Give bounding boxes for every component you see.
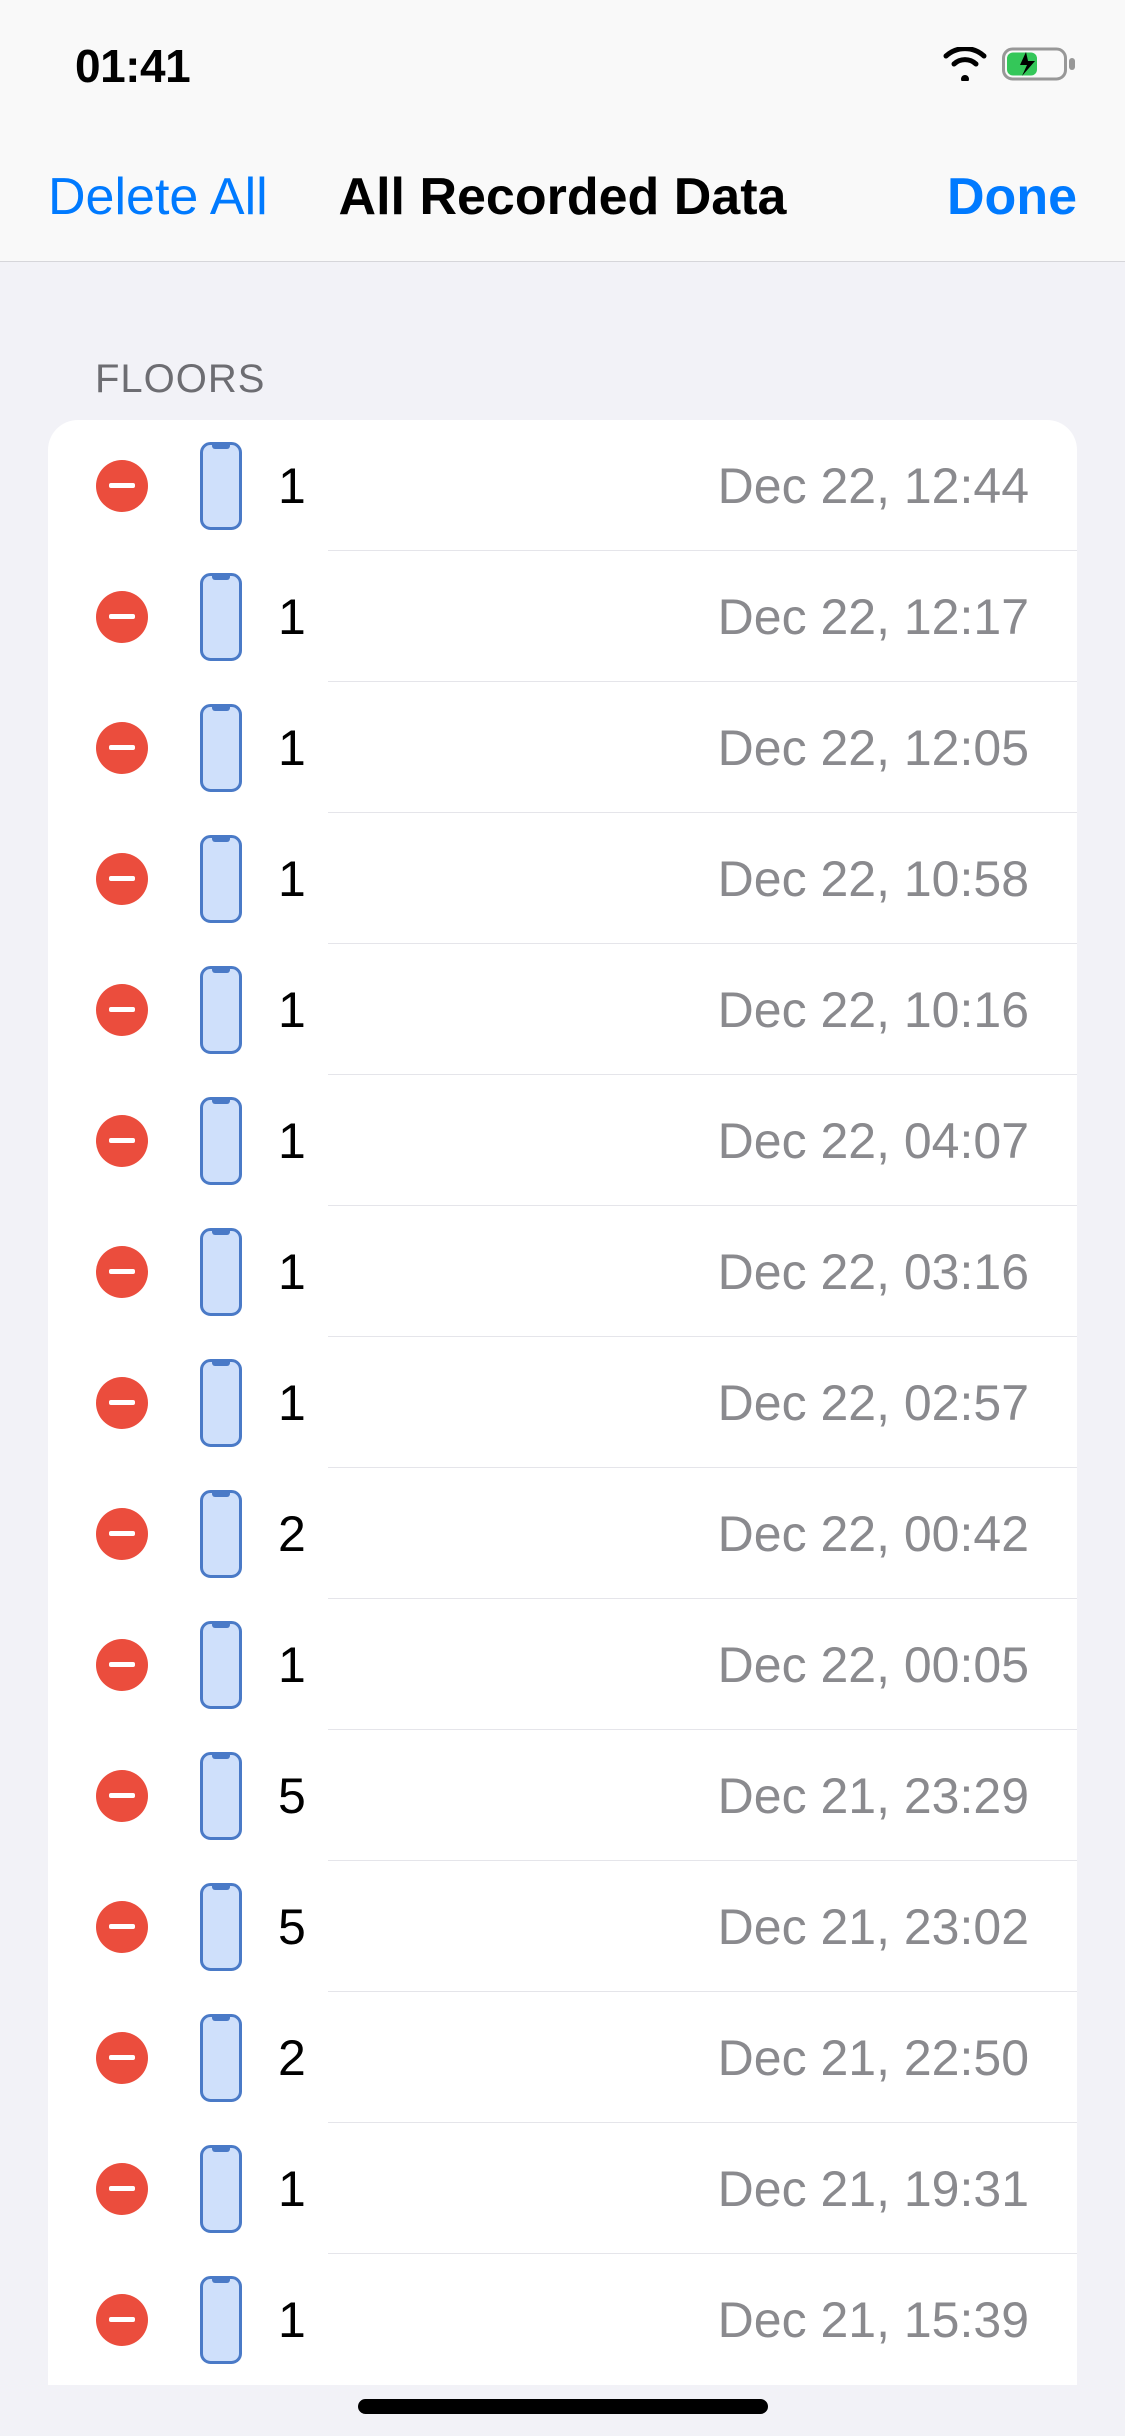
delete-row-button[interactable] [96, 1377, 148, 1429]
phone-icon [200, 1097, 242, 1185]
phone-icon [200, 1621, 242, 1709]
phone-icon [200, 442, 242, 530]
status-time: 01:41 [75, 39, 190, 93]
row-date: Dec 22, 04:07 [718, 1112, 1077, 1170]
phone-icon [200, 1228, 242, 1316]
phone-icon [200, 1883, 242, 1971]
table-row[interactable]: 1 Dec 22, 04:07 [48, 1075, 1077, 1206]
row-date: Dec 22, 12:05 [718, 719, 1077, 777]
done-button[interactable]: Done [947, 167, 1077, 227]
table-row[interactable]: 1 Dec 22, 10:58 [48, 813, 1077, 944]
delete-row-button[interactable] [96, 2163, 148, 2215]
delete-all-button[interactable]: Delete All [48, 167, 268, 227]
delete-row-button[interactable] [96, 722, 148, 774]
table-row[interactable]: 1 Dec 22, 12:05 [48, 682, 1077, 813]
row-value: 1 [278, 850, 306, 908]
row-value: 1 [278, 1374, 306, 1432]
delete-row-button[interactable] [96, 1508, 148, 1560]
phone-icon [200, 573, 242, 661]
phone-icon [200, 835, 242, 923]
row-date: Dec 22, 03:16 [718, 1243, 1077, 1301]
row-date: Dec 21, 23:02 [718, 1898, 1077, 1956]
phone-icon [200, 704, 242, 792]
table-row[interactable]: 1 Dec 22, 10:16 [48, 944, 1077, 1075]
row-value: 1 [278, 1243, 306, 1301]
phone-icon [200, 966, 242, 1054]
row-date: Dec 21, 22:50 [718, 2029, 1077, 2087]
row-date: Dec 21, 15:39 [718, 2291, 1077, 2349]
row-date: Dec 21, 23:29 [718, 1767, 1077, 1825]
table-row[interactable]: 1 Dec 22, 12:17 [48, 551, 1077, 682]
battery-icon [1002, 46, 1080, 87]
row-date: Dec 22, 12:17 [718, 588, 1077, 646]
phone-icon [200, 1490, 242, 1578]
row-date: Dec 22, 10:58 [718, 850, 1077, 908]
row-value: 1 [278, 1636, 306, 1694]
table-row[interactable]: 1 Dec 22, 12:44 [48, 420, 1077, 551]
row-date: Dec 22, 00:05 [718, 1636, 1077, 1694]
row-value: 1 [278, 457, 306, 515]
row-date: Dec 22, 00:42 [718, 1505, 1077, 1563]
row-date: Dec 21, 19:31 [718, 2160, 1077, 2218]
delete-row-button[interactable] [96, 591, 148, 643]
table-row[interactable]: 2 Dec 22, 00:42 [48, 1468, 1077, 1599]
delete-row-button[interactable] [96, 1901, 148, 1953]
row-value: 2 [278, 2029, 306, 2087]
row-value: 5 [278, 1767, 306, 1825]
data-list[interactable]: 1 Dec 22, 12:44 1 Dec 22, 12:17 1 Dec 22… [48, 420, 1077, 2385]
phone-icon [200, 2014, 242, 2102]
row-value: 1 [278, 981, 306, 1039]
delete-row-button[interactable] [96, 1115, 148, 1167]
table-row[interactable]: 1 Dec 21, 19:31 [48, 2123, 1077, 2254]
table-row[interactable]: 5 Dec 21, 23:02 [48, 1861, 1077, 1992]
delete-row-button[interactable] [96, 460, 148, 512]
row-value: 1 [278, 2291, 306, 2349]
content-area: FLOORS 1 Dec 22, 12:44 1 Dec 22, 12:17 1… [0, 262, 1125, 2385]
page-title: All Recorded Data [339, 167, 787, 227]
wifi-icon [942, 47, 988, 86]
table-row[interactable]: 2 Dec 21, 22:50 [48, 1992, 1077, 2123]
delete-row-button[interactable] [96, 1246, 148, 1298]
row-value: 1 [278, 588, 306, 646]
phone-icon [200, 2145, 242, 2233]
delete-row-button[interactable] [96, 2294, 148, 2346]
table-row[interactable]: 1 Dec 22, 03:16 [48, 1206, 1077, 1337]
table-row[interactable]: 1 Dec 22, 02:57 [48, 1337, 1077, 1468]
table-row[interactable]: 1 Dec 22, 00:05 [48, 1599, 1077, 1730]
row-date: Dec 22, 10:16 [718, 981, 1077, 1039]
delete-row-button[interactable] [96, 984, 148, 1036]
phone-icon [200, 2276, 242, 2364]
status-icons [942, 46, 1080, 87]
row-value: 2 [278, 1505, 306, 1563]
row-value: 5 [278, 1898, 306, 1956]
phone-icon [200, 1359, 242, 1447]
table-row[interactable]: 5 Dec 21, 23:29 [48, 1730, 1077, 1861]
section-header-floors: FLOORS [0, 357, 1125, 420]
delete-row-button[interactable] [96, 1639, 148, 1691]
home-indicator[interactable] [358, 2399, 768, 2414]
row-value: 1 [278, 719, 306, 777]
phone-icon [200, 1752, 242, 1840]
status-bar: 01:41 [0, 0, 1125, 132]
delete-row-button[interactable] [96, 1770, 148, 1822]
row-value: 1 [278, 1112, 306, 1170]
delete-row-button[interactable] [96, 853, 148, 905]
table-row[interactable]: 1 Dec 21, 15:39 [48, 2254, 1077, 2385]
row-date: Dec 22, 02:57 [718, 1374, 1077, 1432]
row-date: Dec 22, 12:44 [718, 457, 1077, 515]
delete-row-button[interactable] [96, 2032, 148, 2084]
row-value: 1 [278, 2160, 306, 2218]
nav-bar: Delete All All Recorded Data Done [0, 132, 1125, 262]
